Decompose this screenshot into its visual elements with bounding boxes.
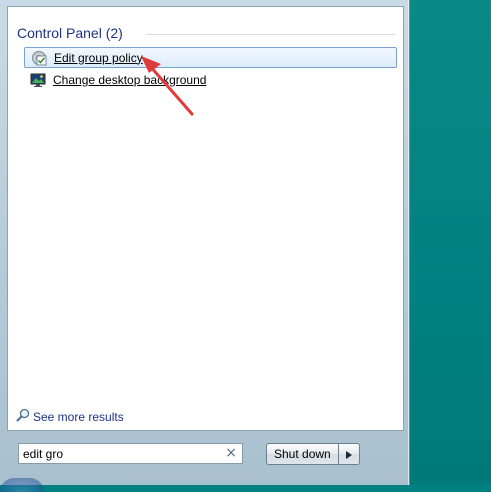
see-more-results-label: See more results	[33, 409, 124, 424]
magnifier-icon	[16, 407, 30, 426]
start-orb[interactable]	[0, 478, 44, 492]
see-more-results-link[interactable]: See more results	[16, 407, 124, 426]
search-results-pane: Control Panel (2) Edit group policy Chan…	[7, 6, 404, 431]
desktop-background-icon	[29, 71, 47, 89]
start-menu: Control Panel (2) Edit group policy Chan…	[0, 0, 410, 485]
result-item-label: Change desktop background	[53, 72, 207, 87]
result-item-label: Edit group policy	[54, 50, 143, 65]
power-controls: Shut down	[266, 443, 360, 465]
shutdown-options-button[interactable]	[337, 443, 360, 465]
clear-search-icon[interactable]: ×	[225, 445, 237, 462]
group-policy-icon	[30, 49, 48, 67]
group-header-control-panel: Control Panel (2)	[17, 25, 123, 41]
right-triangle-icon	[345, 447, 352, 462]
group-header-divider	[146, 34, 395, 35]
search-input[interactable]	[23, 446, 218, 461]
result-item-change-desktop-background[interactable]: Change desktop background	[24, 69, 397, 90]
start-search-box[interactable]: ×	[18, 443, 243, 464]
result-item-edit-group-policy[interactable]: Edit group policy	[24, 47, 397, 68]
shutdown-button[interactable]: Shut down	[266, 443, 338, 465]
